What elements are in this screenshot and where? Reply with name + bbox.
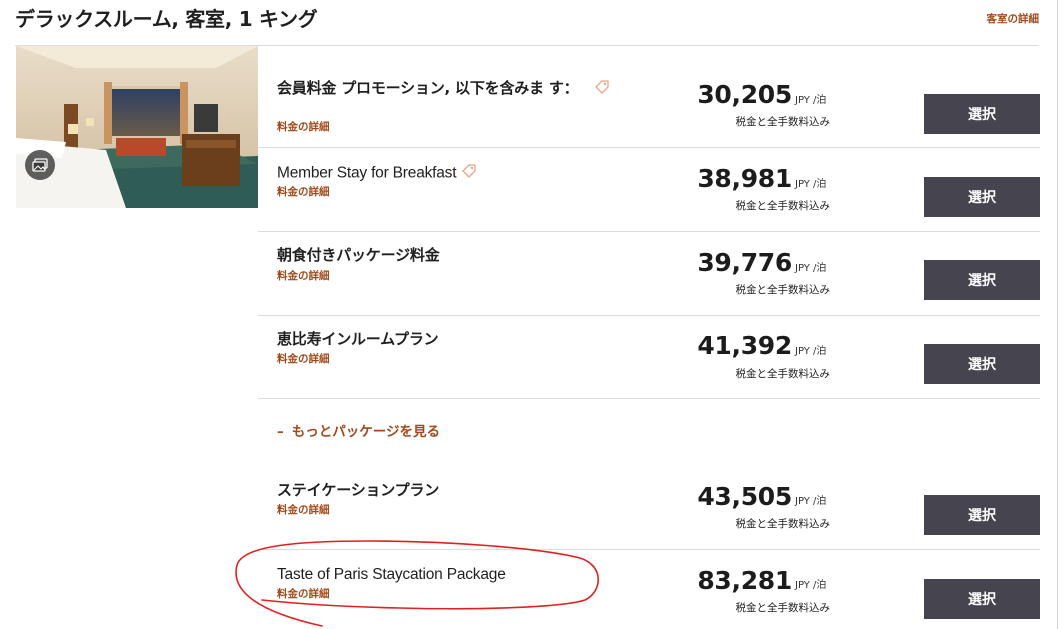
gallery-icon <box>32 158 48 172</box>
tax-note: 税金と全手数料込み <box>735 518 831 530</box>
rate-row: Taste of Paris Staycation Package 料金の詳細 … <box>258 550 1040 629</box>
rate-row: 恵比寿インルームプラン 料金の詳細 41,392 JPY /泊 税金と全手数料込… <box>258 316 1040 399</box>
more-packages-label: もっとパッケージを見る <box>291 424 440 440</box>
rate-price: 83,281 <box>697 566 792 595</box>
select-rate-button[interactable]: 選択 <box>924 579 1040 619</box>
scroll-border <box>1057 0 1058 629</box>
rate-name: Taste of Paris Staycation Package <box>277 566 506 583</box>
room-photo[interactable] <box>16 46 258 208</box>
tax-note: 税金と全手数料込み <box>735 602 831 614</box>
tax-note: 税金と全手数料込み <box>735 116 831 128</box>
price-unit: JPY /泊 <box>795 580 827 591</box>
rate-price: 30,205 <box>697 80 792 109</box>
select-rate-button[interactable]: 選択 <box>924 344 1040 384</box>
rate-price: 38,981 <box>697 164 792 193</box>
photo-gallery-button[interactable] <box>25 150 55 180</box>
rate-price: 41,392 <box>697 331 792 360</box>
tax-note: 税金と全手数料込み <box>735 368 831 380</box>
rate-price: 43,505 <box>697 482 792 511</box>
price-unit: JPY /泊 <box>795 95 827 106</box>
rate-details-link[interactable]: 料金の詳細 <box>277 586 330 601</box>
select-rate-button[interactable]: 選択 <box>924 260 1040 300</box>
price-unit: JPY /泊 <box>795 263 827 274</box>
rate-name: 恵比寿インルームプラン <box>277 330 439 348</box>
select-rate-button[interactable]: 選択 <box>924 177 1040 217</box>
rate-details-link[interactable]: 料金の詳細 <box>277 119 330 134</box>
page-title: デラックスルーム, 客室, 1 キング <box>15 7 318 31</box>
tax-note: 税金と全手数料込み <box>735 284 831 296</box>
rate-row: 会員料金 プロモーション, 以下を含みま す： 料金の詳細 30,205 JPY… <box>258 46 1040 148</box>
rate-name: 朝食付きパッケージ料金 <box>277 246 440 264</box>
rate-name: Member Stay for Breakfast <box>277 163 477 184</box>
rate-row: Member Stay for Breakfast 料金の詳細 38,981 J… <box>258 148 1040 232</box>
rate-details-link[interactable]: 料金の詳細 <box>277 184 330 199</box>
rate-details-link[interactable]: 料金の詳細 <box>277 502 330 517</box>
rate-details-link[interactable]: 料金の詳細 <box>277 268 330 283</box>
promo-tag-icon <box>461 163 477 184</box>
more-packages-toggle[interactable]: – もっとパッケージを見る <box>277 420 440 440</box>
price-unit: JPY /泊 <box>795 496 827 507</box>
rate-name: 会員料金 プロモーション, 以下を含みま す： <box>277 79 609 97</box>
rate-name: ステイケーションプラン <box>277 481 440 499</box>
collapse-icon: – <box>277 424 284 440</box>
promo-tag-icon <box>594 79 610 99</box>
select-rate-button[interactable]: 選択 <box>924 94 1040 134</box>
room-photo-illustration <box>16 46 258 208</box>
rate-price: 39,776 <box>697 248 792 277</box>
room-details-link[interactable]: 客室の詳細 <box>987 11 1040 26</box>
select-rate-button[interactable]: 選択 <box>924 495 1040 535</box>
rate-details-link[interactable]: 料金の詳細 <box>277 351 330 366</box>
rate-row: ステイケーションプラン 料金の詳細 43,505 JPY /泊 税金と全手数料込… <box>258 466 1040 550</box>
price-unit: JPY /泊 <box>795 346 827 357</box>
price-unit: JPY /泊 <box>795 179 827 190</box>
tax-note: 税金と全手数料込み <box>735 200 831 212</box>
rate-row: 朝食付きパッケージ料金 料金の詳細 39,776 JPY /泊 税金と全手数料込… <box>258 232 1040 316</box>
